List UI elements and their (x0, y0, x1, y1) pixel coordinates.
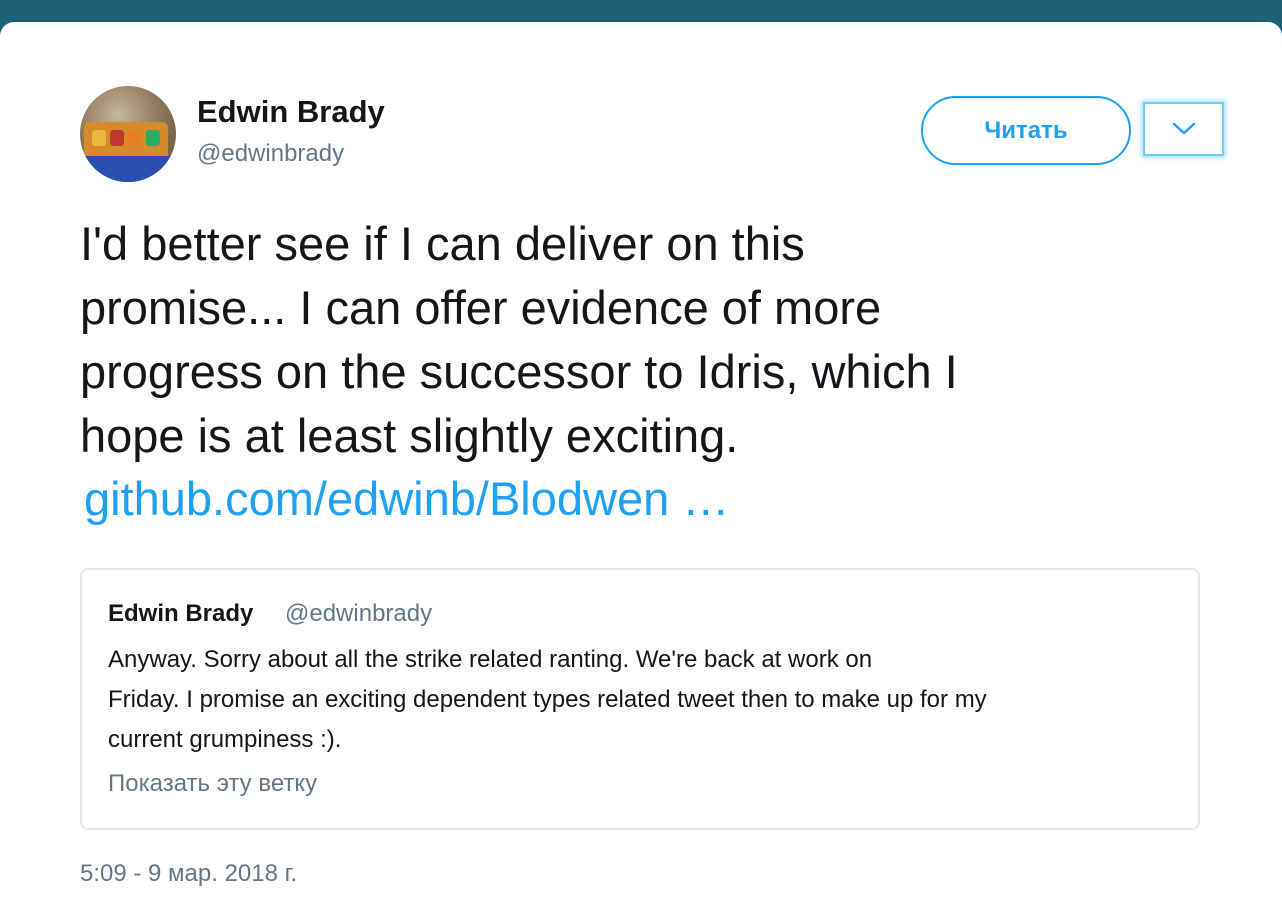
more-options-button[interactable] (1143, 102, 1224, 156)
quoted-tweet-text: Anyway. Sorry about all the strike relat… (108, 640, 1178, 760)
tweet-timestamp[interactable]: 5:09 - 9 мар. 2018 г. (80, 860, 297, 888)
quoted-author-name: Edwin Brady (108, 600, 254, 627)
quoted-text-line: current grumpiness :). (108, 726, 342, 753)
follow-button[interactable]: Читать (921, 96, 1131, 165)
show-thread-link[interactable]: Показать эту ветку (108, 770, 317, 798)
author-handle[interactable]: @edwinbrady (197, 140, 344, 168)
quoted-text-line: Anyway. Sorry about all the strike relat… (108, 646, 873, 673)
quoted-author-handle: @edwinbrady (285, 600, 433, 627)
chevron-down-icon (1172, 122, 1195, 135)
quoted-tweet[interactable]: Edwin Brady @edwinbrady Anyway. Sorry ab… (80, 568, 1200, 830)
author-name[interactable]: Edwin Brady (197, 94, 385, 130)
tweet-text-line: I'd better see if I can deliver on this (80, 217, 805, 270)
tweet-text-line: hope is at least slightly exciting. (80, 409, 739, 462)
avatar-base-shape (80, 156, 176, 182)
tweet-text-line: promise... I can offer evidence of more (80, 281, 882, 334)
tweet-text-line: progress on the successor to Idris, whic… (80, 345, 958, 398)
tweet-link[interactable]: github.com/edwinb/Blodwen … (84, 469, 729, 529)
quoted-text-line: Friday. I promise an exciting dependent … (108, 686, 987, 713)
avatar[interactable] (80, 86, 176, 182)
tweet-text: I'd better see if I can deliver on this … (80, 212, 1190, 468)
